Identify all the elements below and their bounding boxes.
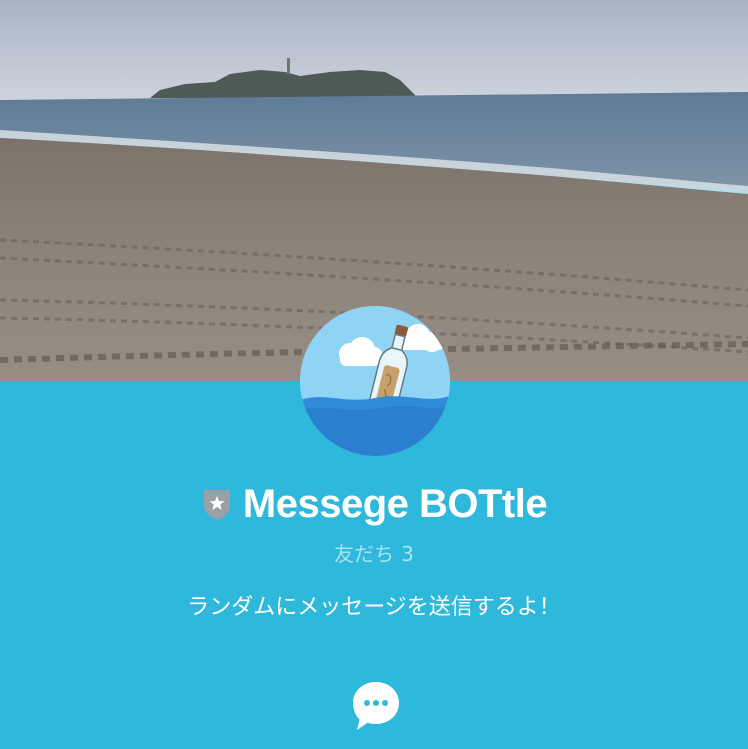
account-name: Messege BOTtle [242, 481, 548, 526]
profile-avatar[interactable] [300, 306, 450, 456]
chat-button[interactable] [348, 678, 404, 734]
friends-count[interactable]: 友だち 3 [0, 538, 748, 567]
friends-label: 友だち [334, 542, 395, 566]
account-name-row: Messege BOTtle [0, 478, 748, 530]
profile-screen: Messege BOTtle 友だち 3 ランダムにメッセージを送信するよ！ [0, 0, 748, 749]
friends-number: 3 [401, 542, 414, 566]
shield-star-icon [203, 490, 230, 520]
chat-bubble-icon [353, 682, 399, 730]
status-message: ランダムにメッセージを送信するよ！ [187, 595, 561, 620]
